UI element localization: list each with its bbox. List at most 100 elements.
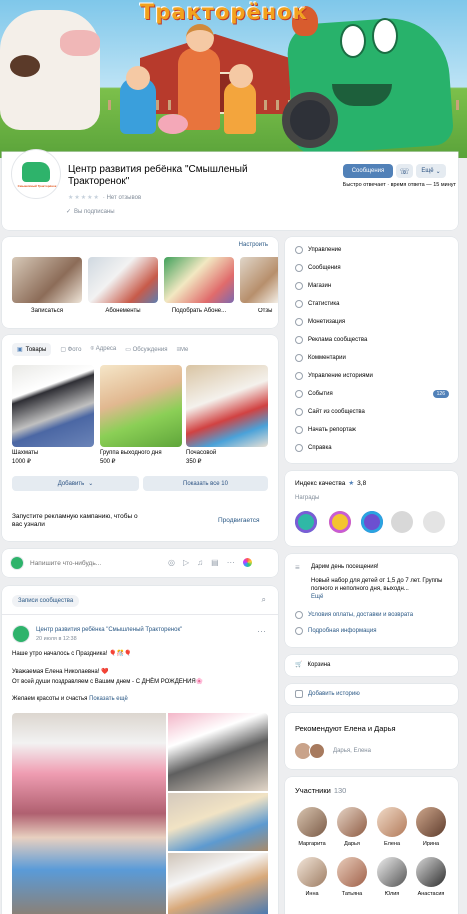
product-name-1[interactable]: Шахматы — [12, 450, 38, 456]
menu-monetization[interactable]: Монетизация — [295, 313, 453, 331]
more-button[interactable]: Ещё ⌄ — [416, 164, 446, 178]
post-photo-main[interactable] — [12, 713, 166, 914]
member-avatar-5[interactable] — [297, 857, 327, 887]
menu-live[interactable]: Начать репортаж — [295, 421, 453, 439]
pig-illustration — [158, 114, 188, 134]
service-thumb-1[interactable] — [12, 257, 82, 303]
tab-goods[interactable]: ▣ Товары — [12, 343, 52, 356]
service-label-1[interactable]: Записаться — [12, 308, 82, 314]
post-input[interactable] — [30, 556, 160, 570]
tab-more[interactable]: ≡Ме — [176, 347, 192, 353]
member-avatar-7[interactable] — [377, 857, 407, 887]
post-author-avatar[interactable] — [12, 625, 30, 643]
post-author[interactable]: Центр развития ребёнка "Смышленый Тракто… — [36, 627, 182, 633]
info-details-row[interactable]: Подробная информация — [295, 627, 376, 635]
award-1-icon[interactable] — [295, 511, 317, 533]
post-show-more-link[interactable]: Показать ещё — [89, 696, 128, 702]
child-head — [126, 66, 150, 90]
service-label-2[interactable]: Абонементы — [88, 308, 158, 314]
member-name-8[interactable]: Анастасия — [408, 891, 454, 897]
shop-icon — [295, 282, 303, 290]
message-button[interactable]: Сообщения — [343, 164, 393, 178]
video-icon[interactable]: ▷ — [183, 558, 189, 567]
add-story-row[interactable]: Добавить историю — [295, 690, 360, 698]
add-product-button[interactable]: Добавить ⌄ — [12, 476, 139, 491]
post-menu-icon[interactable]: ⋯ — [257, 626, 266, 637]
award-2-icon[interactable] — [329, 511, 351, 533]
menu-manage[interactable]: Управление — [295, 241, 453, 259]
member-avatar-8[interactable] — [416, 857, 446, 887]
menu-help[interactable]: Справка — [295, 439, 453, 457]
add-story-card: Добавить историю — [285, 684, 458, 705]
menu-shop[interactable]: Магазин — [295, 277, 453, 295]
member-avatar-3[interactable] — [377, 807, 407, 837]
info-payment-row[interactable]: Условия оплаты, доставки и возврата — [295, 611, 413, 619]
ai-icon[interactable] — [242, 558, 252, 567]
wall-filter-tab[interactable]: Записи сообщества — [12, 595, 80, 607]
menu-events[interactable]: События 126 — [295, 385, 453, 403]
award-4-icon[interactable] — [391, 511, 413, 533]
promote-link[interactable]: Продвигается — [218, 517, 260, 524]
avatar-label: Смышлёный Тракторёнок — [17, 184, 57, 188]
recommend-names[interactable]: Дарья, Елена — [333, 748, 371, 754]
member-avatar-1[interactable] — [297, 807, 327, 837]
more-icon[interactable]: ⋯ — [227, 558, 235, 567]
product-image-2[interactable] — [100, 365, 182, 447]
service-thumb-3[interactable] — [164, 257, 234, 303]
money-icon — [295, 318, 303, 326]
service-thumb-4[interactable] — [240, 257, 278, 303]
music-icon[interactable]: ♫ — [197, 558, 203, 567]
wall-search-icon[interactable]: ⌕ — [262, 595, 266, 605]
info-more-link[interactable]: Ещё — [311, 594, 323, 600]
tab-addresses[interactable]: ⌾ Адреса — [90, 346, 116, 353]
product-name-2[interactable]: Группа выходного дня — [100, 450, 162, 456]
quality-card: Индекс качества ★ 3,8 Награды — [285, 471, 458, 546]
quality-title-row[interactable]: Индекс качества ★ 3,8 — [295, 479, 366, 488]
service-label-4[interactable]: Отзы — [258, 308, 278, 314]
recommend-avatar-2[interactable] — [309, 743, 325, 759]
tab-discussions-label: Обсуждения — [132, 347, 168, 353]
member-name-4[interactable]: Ирина — [408, 841, 454, 847]
tractor-eye-left — [340, 24, 366, 58]
show-all-products-button[interactable]: Показать все 10 — [143, 476, 268, 491]
award-3-icon[interactable] — [361, 511, 383, 533]
menu-messages[interactable]: Сообщения — [295, 259, 453, 277]
community-title: Центр развития ребёнка "Смышленый Тракто… — [68, 164, 248, 187]
subscribed-row[interactable]: ✓ Вы подписаны — [66, 208, 115, 216]
service-label-3[interactable]: Подобрать Абоне... — [164, 308, 234, 314]
menu-site[interactable]: Сайт из сообщества — [295, 403, 453, 421]
community-avatar[interactable]: Смышлёный Тракторёнок — [12, 150, 60, 198]
product-image-1[interactable] — [12, 365, 94, 447]
cart-row[interactable]: 🛒 Корзина — [295, 661, 330, 669]
post-photo-2[interactable] — [168, 713, 268, 791]
check-icon: ✓ — [66, 209, 72, 215]
article-icon[interactable]: ▤ — [211, 558, 219, 567]
tab-photo[interactable]: ▢ Фото — [60, 346, 81, 353]
menu-comments[interactable]: Комментарии — [295, 349, 453, 367]
call-button[interactable]: ☏ — [396, 164, 413, 178]
member-avatar-6[interactable] — [337, 857, 367, 887]
tab-discussions[interactable]: ▭ Обсуждения — [125, 346, 167, 353]
awards-label: Награды — [295, 495, 320, 501]
cart-icon: 🛒 — [295, 662, 303, 668]
post-date[interactable]: 20 июля в 12:38 — [36, 636, 77, 642]
product-name-3[interactable]: Почасовой — [186, 450, 216, 456]
admin-menu-list: Управление Сообщения Магазин Статистика … — [295, 241, 453, 457]
menu-stats[interactable]: Статистика — [295, 295, 453, 313]
member-avatar-2[interactable] — [337, 807, 367, 837]
reviews-row[interactable]: ★★★★★ · Нет отзывов — [68, 194, 141, 202]
member-avatar-4[interactable] — [416, 807, 446, 837]
menu-stories[interactable]: Управление историями — [295, 367, 453, 385]
post-photo-4[interactable] — [168, 853, 268, 914]
award-5-icon[interactable] — [423, 511, 445, 533]
product-image-3[interactable] — [186, 365, 268, 447]
post-photo-3[interactable] — [168, 793, 268, 851]
services-configure-link[interactable]: Настроить — [239, 242, 268, 248]
menu-ads[interactable]: Реклама сообщества — [295, 331, 453, 349]
cow-nose — [60, 30, 100, 56]
comment-icon — [295, 354, 303, 362]
camera-icon[interactable]: ◎ — [168, 558, 175, 567]
gear-icon — [295, 246, 303, 254]
service-thumb-2[interactable] — [88, 257, 158, 303]
members-title-row[interactable]: Участники 130 — [295, 786, 346, 795]
